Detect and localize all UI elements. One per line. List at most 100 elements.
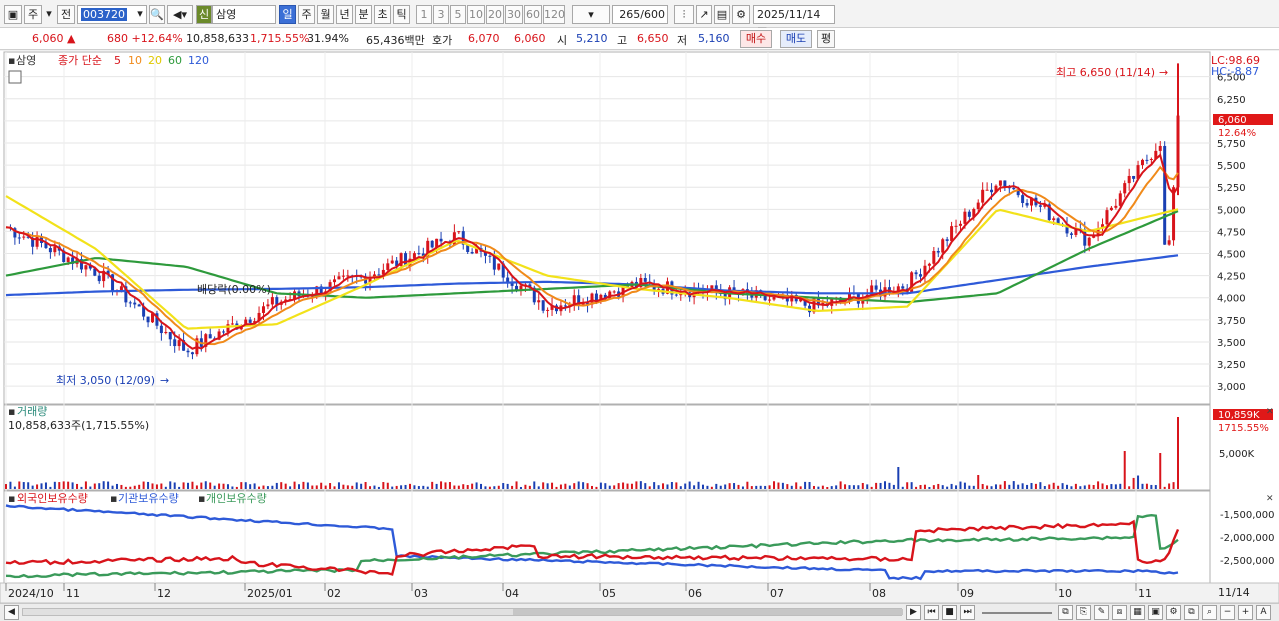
y-tick-label: 5,750 [1217,139,1246,150]
image-icon[interactable]: ▣ [1148,605,1163,620]
volume-bar [635,481,638,489]
stop-icon[interactable]: ■ [942,605,957,620]
scroll-right-icon[interactable]: ▶ [906,605,921,620]
interval-btn-7[interactable]: 120 [543,5,565,24]
chart-type-icon[interactable]: ⫶ [674,5,694,24]
volume-bar [1159,453,1162,489]
speaker-icon[interactable]: ◀▾ [167,5,193,24]
market-select[interactable]: 주 [24,5,42,24]
zoom-out-icon[interactable]: − [1220,605,1235,620]
save-icon[interactable]: ▤ [714,5,730,24]
volume-bar [182,482,185,489]
copy-icon[interactable]: ⧈ [1112,605,1127,620]
volume-bar [604,483,607,489]
volume-bar [1154,485,1157,489]
period-tab-4[interactable]: 분 [355,5,372,24]
volume-bar [1074,483,1077,489]
export-icon[interactable]: ⎘ [1076,605,1091,620]
buy-button[interactable]: 매수 [740,30,772,48]
volume-bar [1101,483,1104,489]
interval-btn-2[interactable]: 5 [450,5,466,24]
volume-bar [346,485,349,489]
market-dropdown-icon[interactable]: ▾ [44,5,54,24]
price-panel-frame [3,51,1211,405]
settings-icon[interactable]: ⚙ [1166,605,1181,620]
chart-area[interactable]: 6,5006,2506,0005,7505,5005,2505,0004,750… [0,51,1279,604]
stock-legend: 삼영 [16,54,36,67]
candle-body [546,309,550,311]
period-tab-0[interactable]: 일 [279,5,296,24]
interval-btn-0[interactable]: 1 [416,5,432,24]
volume-bar [1137,475,1140,489]
ma60-legend: 60 [168,54,182,67]
table-icon[interactable]: ▦ [1130,605,1145,620]
volume-bar [36,484,39,489]
interval-btn-1[interactable]: 3 [433,5,449,24]
volume-bar [58,482,61,489]
font-size-icon[interactable]: A [1256,605,1271,620]
candle-body [1163,145,1167,245]
interval-btn-4[interactable]: 20 [486,5,504,24]
candle-body [958,223,962,226]
ma120-legend: 120 [188,54,209,67]
period-tab-3[interactable]: 년 [336,5,353,24]
holding-close-icon[interactable]: ✕ [1266,494,1274,504]
period-tab-2[interactable]: 월 [317,5,334,24]
zoom-search-icon[interactable]: ⌕ [1202,605,1217,620]
holding-axis-2: -2,000,000 [1220,533,1275,544]
average-button[interactable]: 평 [817,30,835,48]
period-tab-1[interactable]: 주 [298,5,315,24]
interval-btn-5[interactable]: 30 [505,5,523,24]
date-input[interactable]: 2025/11/14 ▦ [753,5,835,38]
period-tab-6[interactable]: 틱 [393,5,410,24]
interval-btn-6[interactable]: 60 [524,5,542,24]
sell-button[interactable]: 매도 [780,30,812,48]
volume-bar [355,482,358,489]
volume-close-icon[interactable]: ✕ [1266,407,1274,417]
volume-bar [298,484,300,489]
volume-bar [40,483,43,489]
volume-bar [1105,485,1108,489]
volume-bar [480,483,483,489]
volume-bar [1110,484,1113,489]
prev-button[interactable]: 전 [57,5,75,24]
compare-icon[interactable]: ⧉ [1058,605,1073,620]
candle-body [173,339,177,347]
volume-bar [187,482,190,489]
volume-bar [191,481,194,489]
volume-bar [546,483,549,489]
stock-name-field[interactable]: 삼영 [212,5,276,24]
candle-body [981,189,985,203]
volume-bar [919,485,922,489]
period-tab-5[interactable]: 초 [374,5,391,24]
volume-bar [466,485,469,489]
edit-icon[interactable]: ✎ [1094,605,1109,620]
table-toggle-icon[interactable] [8,70,22,84]
volume-bar [1021,483,1024,489]
layout-icon[interactable]: ▣ [4,5,22,24]
scroll-first-icon[interactable]: ⏮ [924,605,939,620]
volume-bar [693,485,696,489]
chart-svg[interactable]: 6,5006,2506,0005,7505,5005,2505,0004,750… [0,51,1279,604]
interval-btn-3[interactable]: 10 [467,5,485,24]
volume-bar [1066,484,1069,489]
settings-gear-icon[interactable]: ⚙ [732,5,750,24]
volume-bar [76,483,79,489]
candle-body [1038,205,1042,207]
count-input[interactable]: 265/600 [612,5,668,24]
zoom-slider[interactable] [982,612,1052,614]
scrollbar-thumb[interactable] [513,609,903,615]
zoom-in-icon[interactable]: + [1238,605,1253,620]
interval-dropdown[interactable]: ▾ [572,5,610,24]
draw-tool-icon[interactable]: ↗ [696,5,712,24]
scrollbar-track[interactable] [22,608,903,616]
layers-icon[interactable]: ⧉ [1184,605,1199,620]
volume-bar [280,482,283,489]
x-tick-label: 12 [157,587,171,600]
x-tick-label: 08 [872,587,886,600]
code-dropdown-icon[interactable]: ▾ [133,5,147,24]
search-icon[interactable]: 🔍 [149,5,165,24]
scroll-left-icon[interactable]: ◀ [4,605,19,620]
volume-bar [537,486,540,489]
scroll-last-icon[interactable]: ⏭ [960,605,975,620]
